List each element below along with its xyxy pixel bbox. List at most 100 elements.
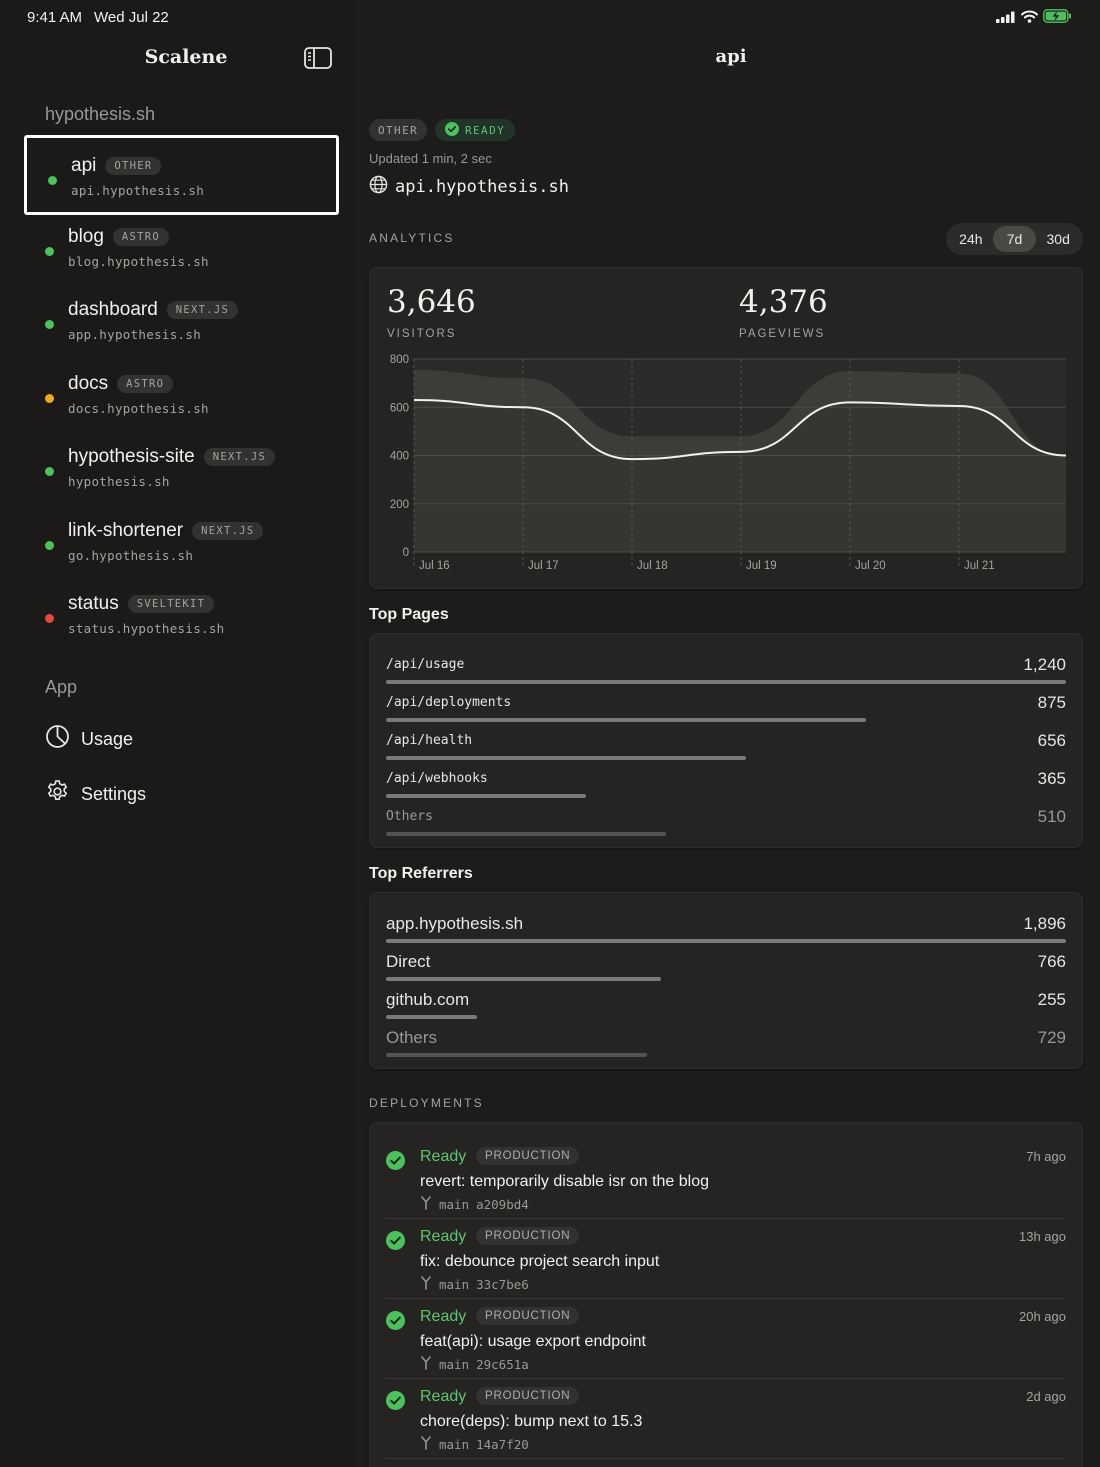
- project-host: docs.hypothesis.sh: [68, 400, 209, 416]
- y-tick-label: 400: [390, 451, 409, 463]
- x-tick-label: Jul 18: [637, 560, 668, 572]
- list-item[interactable]: Direct 766: [386, 944, 1066, 982]
- list-item[interactable]: Others 729: [386, 1020, 1066, 1058]
- top-referrers-heading: Top Referrers: [369, 865, 473, 882]
- project-name-text: hypothesis-site: [68, 446, 195, 467]
- y-tick-label: 800: [390, 354, 409, 366]
- list-item-count: 766: [1037, 952, 1066, 971]
- list-item[interactable]: /api/webhooks 365: [386, 761, 1066, 799]
- status-dot: [45, 467, 54, 476]
- project-name: link-shortener NEXT.JS: [68, 520, 264, 542]
- deployment-row[interactable]: Ready PRODUCTION feat(api): usage export e…: [386, 1299, 1066, 1379]
- framework-tag: OTHER: [105, 157, 162, 175]
- check-circle-icon: [386, 1151, 405, 1175]
- sidebar-item-label: Usage: [81, 728, 134, 749]
- list-item-bar: [386, 939, 1066, 943]
- y-tick-label: 600: [390, 402, 409, 414]
- list-item-bar: [386, 832, 666, 836]
- sidebar-item-status[interactable]: status SVELTEKIT status.hypothesis.sh: [24, 576, 339, 656]
- deployment-status: Ready: [420, 1308, 467, 1325]
- project-name-text: blog: [68, 225, 104, 247]
- list-item-bar: [386, 756, 746, 760]
- deployment-time: 2d ago: [1026, 1389, 1066, 1404]
- commit-hash: 14a7f20: [476, 1437, 529, 1452]
- sidebar-toggle-icon[interactable]: [304, 47, 332, 69]
- check-circle-icon: [386, 1231, 405, 1255]
- domain-link[interactable]: api.hypothesis.sh: [369, 175, 569, 199]
- sidebar-item-api[interactable]: api OTHER api.hypothesis.sh: [24, 135, 339, 215]
- deployment-status: Ready: [420, 1388, 467, 1405]
- project-host: api.hypothesis.sh: [71, 183, 205, 198]
- list-item-label: /api/webhooks: [386, 771, 488, 786]
- sidebar-item-link-shortener[interactable]: link-shortener NEXT.JS go.hypothesis.sh: [24, 503, 339, 583]
- list-item[interactable]: /api/health 656: [386, 723, 1066, 761]
- project-name: hypothesis-site NEXT.JS: [68, 446, 276, 468]
- commit-meta: main a209bd4: [420, 1196, 529, 1213]
- domain-text: api.hypothesis.sh: [395, 177, 569, 197]
- list-item-bar: [386, 1053, 648, 1057]
- list-item-label: /api/deployments: [386, 695, 512, 710]
- list-item[interactable]: /api/usage 1,240: [386, 647, 1066, 685]
- deployment-row[interactable]: Ready PRODUCTION revert: temporarily disab…: [386, 1139, 1066, 1219]
- check-circle-icon: [445, 121, 459, 139]
- branch-name: main: [439, 1197, 470, 1212]
- branch-name: main: [439, 1437, 470, 1452]
- status-badge: READY: [435, 119, 516, 141]
- list-item-bar: [386, 1015, 478, 1019]
- list-item[interactable]: app.hypothesis.sh 1,896: [386, 906, 1066, 944]
- top-referrers-card: app.hypothesis.sh 1,896 Direct 766 github.co…: [369, 892, 1083, 1069]
- commit-hash: 29c651a: [476, 1357, 529, 1372]
- deployment-row[interactable]: Ready PRODUCTION fix: debounce project sea…: [386, 1219, 1066, 1299]
- list-item-label: /api/usage: [386, 657, 465, 672]
- deployment-row[interactable]: Ready PRODUCTION chore(deps): bump next to…: [386, 1379, 1066, 1459]
- project-host: status.hypothesis.sh: [68, 621, 225, 636]
- pie-chart-icon: [45, 724, 70, 754]
- list-item-count: 510: [1037, 807, 1066, 826]
- project-host: blog.hypothesis.sh: [68, 253, 209, 269]
- deployments-card: Ready PRODUCTION revert: temporarily disab…: [369, 1122, 1083, 1467]
- sidebar-item-settings[interactable]: Settings: [45, 779, 146, 809]
- globe-icon: [369, 175, 388, 199]
- check-circle-icon: [386, 1391, 405, 1415]
- updated-text: Updated 1 min, 2 sec: [369, 151, 492, 166]
- x-tick-label: Jul 19: [746, 560, 777, 572]
- pageviews-value: 4,376: [739, 284, 828, 320]
- x-tick-label: Jul 16: [419, 560, 450, 572]
- commit-meta: main 29c651a: [420, 1356, 529, 1373]
- commit-meta: main 14a7f20: [420, 1436, 529, 1453]
- commit-message: feat(api): usage export endpoint: [420, 1333, 646, 1350]
- project-name-text: api: [71, 155, 97, 176]
- list-item[interactable]: /api/deployments 875: [386, 685, 1066, 723]
- analytics-card: 3,646 VISITORS 4,376 PAGEVIEWS 0 200 400 60…: [369, 267, 1083, 589]
- commit-message: chore(deps): bump next to 15.3: [420, 1413, 643, 1430]
- projects-section-label: hypothesis.sh: [45, 104, 156, 124]
- app-section-label: App: [45, 677, 78, 697]
- framework-badge: OTHER: [369, 119, 428, 141]
- sidebar-item-hypothesis-site[interactable]: hypothesis-site NEXT.JS hypothesis.sh: [24, 429, 339, 509]
- check-circle-icon: [386, 1311, 405, 1335]
- list-item-count: 875: [1037, 693, 1066, 712]
- framework-tag: ASTRO: [112, 227, 170, 246]
- sidebar-item-docs[interactable]: docs ASTRO docs.hypothesis.sh: [24, 356, 339, 436]
- sidebar-item-blog[interactable]: blog ASTRO blog.hypothesis.sh: [24, 209, 339, 289]
- project-name: status SVELTEKIT: [68, 593, 215, 615]
- range-7d-button[interactable]: 7d: [992, 226, 1037, 252]
- sidebar-item-usage[interactable]: Usage: [45, 724, 133, 754]
- status-dot: [45, 614, 54, 623]
- framework-tag: NEXT.JS: [203, 448, 276, 466]
- range-24h-button[interactable]: 24h: [949, 226, 993, 252]
- list-item-count: 1,896: [1023, 914, 1066, 933]
- range-30d-button[interactable]: 30d: [1036, 226, 1080, 252]
- project-name: docs ASTRO: [68, 373, 174, 395]
- list-item[interactable]: github.com 255: [386, 982, 1066, 1020]
- status-dot: [45, 393, 54, 403]
- x-tick-label: Jul 20: [855, 560, 886, 572]
- sidebar-item-dashboard[interactable]: dashboard NEXT.JS app.hypothesis.sh: [24, 282, 339, 362]
- list-item-label: Others: [386, 1028, 438, 1047]
- list-item-label: /api/health: [386, 733, 473, 748]
- git-branch-icon: [420, 1436, 432, 1453]
- list-item-bar: [386, 680, 1066, 684]
- list-item-bar: [386, 977, 661, 981]
- status-dot: [45, 320, 54, 329]
- list-item[interactable]: Others 510: [386, 799, 1066, 837]
